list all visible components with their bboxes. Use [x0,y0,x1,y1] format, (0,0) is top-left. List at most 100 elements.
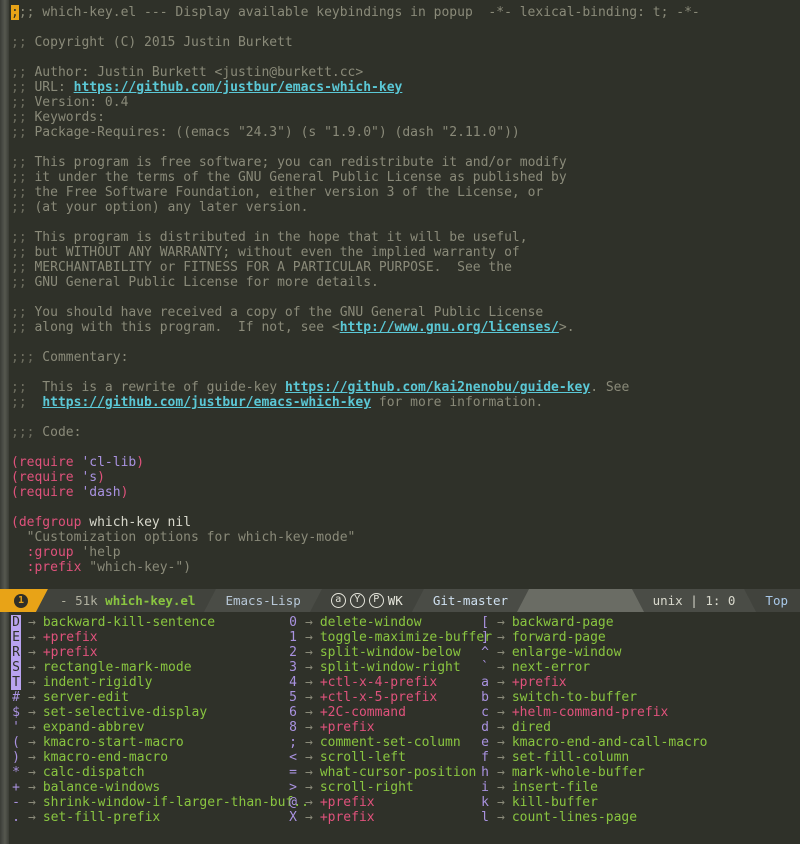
hyperlink[interactable]: http://www.gnu.org/licenses/ [340,320,559,335]
mode-line-encoding[interactable]: unix | 1: 0 [643,589,745,612]
arrow-icon: → [305,795,313,810]
which-key-key: T [11,675,21,690]
mode-line-version-control[interactable]: Git-master [423,589,518,612]
which-key-command: indent-rigidly [42,675,153,690]
buffer-text-area[interactable]: ;;; which-key.el --- Display available k… [11,0,800,589]
which-key-entry[interactable]: 8 → +prefix [288,720,480,735]
buffer-comment-line: ;; Copyright (C) 2015 Justin Burkett [11,35,293,50]
hyperlink[interactable]: https://github.com/kai2nenobu/guide-key [285,380,590,395]
separator-arrow-6 [631,589,644,612]
hyperlink[interactable]: https://github.com/justbur/emacs-which-k… [74,80,403,95]
which-key-entry[interactable]: @ → +prefix [288,795,480,810]
which-key-entry[interactable]: ^ → enlarge-window [480,645,780,660]
which-key-key: 0 [289,615,297,630]
which-key-entry[interactable]: ` → next-error [480,660,780,675]
arrow-icon: → [305,660,313,675]
mode-line-minor-modes[interactable]: a Y P WK [321,589,412,612]
which-key-entry[interactable]: 4 → +ctl-x-4-prefix [288,675,480,690]
which-key-entry[interactable]: 0 → delete-window [288,615,480,630]
arrow-icon: → [28,735,36,750]
arrow-icon: → [497,720,505,735]
encoding-label: unix [652,593,683,608]
which-key-entry[interactable]: (→ kmacro-start-macro [11,735,288,750]
which-key-entry[interactable]: - → shrink-window-if-larger-than-buf.. [11,795,309,810]
which-key-entry[interactable]: = → what-cursor-position [288,765,480,780]
buffer-comment-link-line: ;; along with this program. If not, see … [11,320,575,335]
which-key-key: ; [289,735,297,750]
minor-mode-p-icon[interactable]: P [368,593,384,608]
which-key-entry[interactable]: 3 → split-window-right [288,660,480,675]
which-key-entry[interactable]: 2 → split-window-below [288,645,480,660]
which-key-key: 5 [289,690,297,705]
which-key-entry[interactable]: ] → forward-page [480,630,780,645]
which-key-entry[interactable]: i → insert-file [480,780,780,795]
which-key-command: count-lines-page [511,810,638,825]
which-key-entry[interactable]: D → backward-kill-sentence [11,615,288,630]
which-key-command: +helm-command-prefix [511,705,669,720]
which-key-key: 3 [289,660,297,675]
which-key-entry[interactable]: k → kill-buffer [480,795,780,810]
buffer-blank-line [11,140,800,155]
which-key-entry[interactable]: a → +prefix [480,675,780,690]
arrow-icon: → [28,750,36,765]
hyperlink[interactable]: https://github.com/justbur/emacs-which-k… [42,395,371,410]
which-key-entry[interactable]: ' → expand-abbrev [11,720,288,735]
which-key-entry[interactable]: d → dired [480,720,780,735]
arrow-icon: → [28,630,36,645]
which-key-entry[interactable]: 1 → toggle-maximize-buffer [288,630,492,645]
which-key-entry[interactable]: f → set-fill-column [480,750,780,765]
which-key-entry[interactable]: R → +prefix [11,645,288,660]
arrow-icon: → [28,705,36,720]
which-key-entry[interactable]: $ → set-selective-display [11,705,288,720]
arrow-icon: → [305,645,313,660]
which-key-command: expand-abbrev [42,720,145,735]
minor-mode-y-icon[interactable]: Y [349,593,365,608]
minor-mode-wk-label[interactable]: WK [388,593,403,608]
which-key-key: d [481,720,489,735]
which-key-command: +prefix [42,645,98,660]
which-key-command: backward-kill-sentence [42,615,216,630]
mode-line[interactable]: 1 - 51k which-key.el Emacs-Lisp a Y P WK [0,589,800,612]
which-key-entry[interactable]: S → rectangle-mark-mode [11,660,288,675]
mode-line-major-mode[interactable]: Emacs-Lisp [216,589,310,612]
arrow-icon: → [28,795,36,810]
which-key-entry[interactable]: X → +prefix [288,810,480,825]
scroll-position-label: Top [765,593,788,608]
which-key-entry[interactable]: ) → kmacro-end-macro [11,750,288,765]
which-key-columns: D → backward-kill-sentence E → +prefix R → +pref… [11,615,800,825]
which-key-entry[interactable]: > → scroll-right [288,780,480,795]
which-key-entry[interactable]: h → mark-whole-buffer [480,765,780,780]
which-key-entry[interactable]: T → indent-rigidly [11,675,288,690]
which-key-key: k [481,795,489,810]
minor-mode-a-icon[interactable]: a [330,593,346,608]
which-key-entry[interactable]: * → calc-dispatch [11,765,288,780]
buffer-comment-link-line: ;; This is a rewrite of guide-key https:… [11,380,630,395]
which-key-entry[interactable]: + → balance-windows [11,780,288,795]
which-key-entry[interactable]: 5 → +ctl-x-5-prefix [288,690,480,705]
which-key-command: balance-windows [42,780,161,795]
which-key-command: scroll-right [319,780,414,795]
arrow-icon: → [497,675,505,690]
which-key-command: server-edit [42,690,129,705]
mode-line-window-number[interactable]: 1 [0,589,36,612]
buffer-comment-line: ;;; Code: [11,425,82,440]
which-key-entry[interactable]: . → set-fill-prefix [11,810,288,825]
which-key-command: +ctl-x-5-prefix [319,690,438,705]
mode-line-scroll-position[interactable]: Top [756,589,800,612]
arrow-icon: → [497,645,505,660]
which-key-entry[interactable]: # → server-edit [11,690,288,705]
which-key-entry[interactable]: e → kmacro-end-and-call-macro [480,735,780,750]
buffer-code-line: (require 's) [11,470,105,485]
buffer-blank-line [11,365,800,380]
which-key-entry[interactable]: b → switch-to-buffer [480,690,780,705]
which-key-entry[interactable]: [→ backward-page [480,615,780,630]
which-key-entry[interactable]: 6 → +2C-command [288,705,480,720]
arrow-icon: → [28,615,36,630]
which-key-entry[interactable]: < → scroll-left [288,750,480,765]
mode-line-buffer-info[interactable]: - 51k which-key.el [48,589,205,612]
which-key-entry[interactable]: c → +helm-command-prefix [480,705,780,720]
which-key-entry[interactable]: E → +prefix [11,630,288,645]
which-key-entry[interactable]: l → count-lines-page [480,810,780,825]
which-key-key: - [12,795,20,810]
which-key-entry[interactable]: ; → comment-set-column [288,735,480,750]
